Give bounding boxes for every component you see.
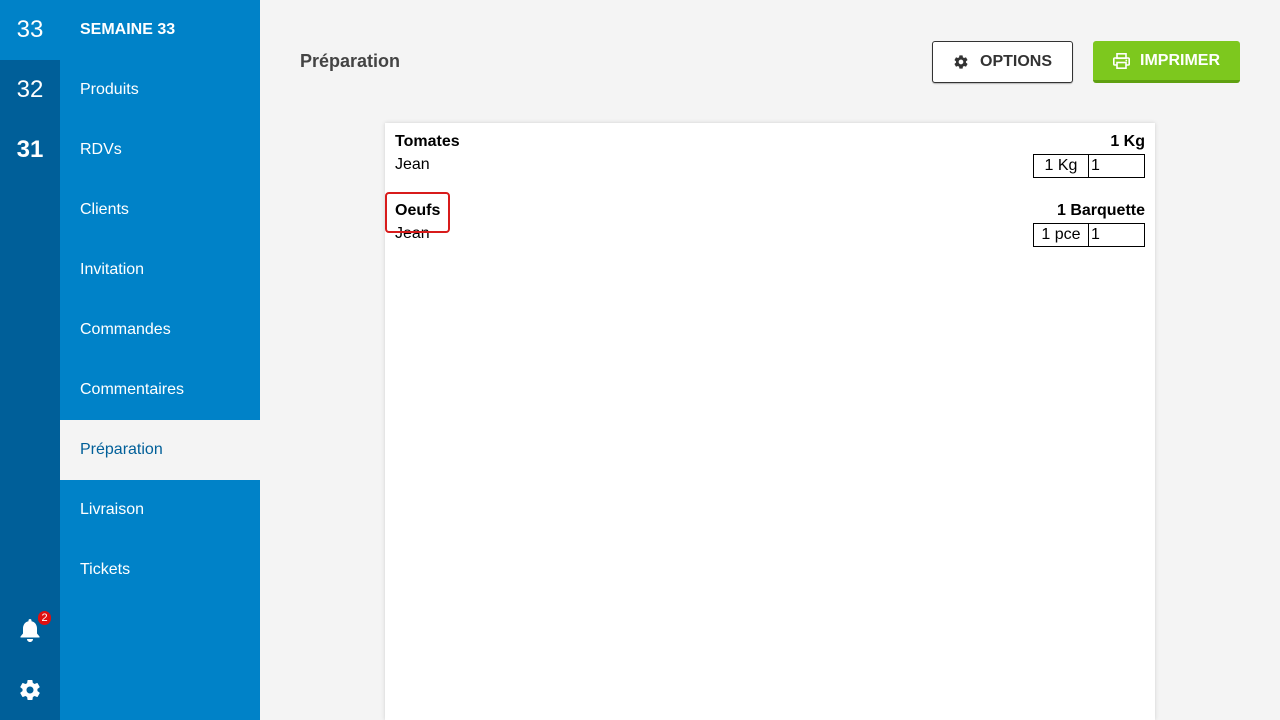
- page-title: Préparation: [300, 51, 401, 71]
- highlight-box: [385, 192, 450, 233]
- product-total: 1 Kg: [1110, 133, 1145, 150]
- week-header: SEMAINE 33: [60, 0, 260, 60]
- nav-item-rdvs[interactable]: RDVs: [60, 120, 260, 180]
- options-button[interactable]: OPTIONS: [932, 41, 1073, 83]
- nav-list: SEMAINE 33 Produits RDVs Clients Invitat…: [60, 0, 260, 600]
- notification-badge: 2: [38, 611, 51, 625]
- quantity-box: 1 pce 1: [1033, 223, 1145, 247]
- settings-button[interactable]: [0, 660, 60, 720]
- gear-icon: [20, 680, 40, 701]
- quantity-box: 1 Kg 1: [1033, 154, 1145, 178]
- side-nav: SEMAINE 33 Produits RDVs Clients Invitat…: [60, 0, 260, 720]
- week-32[interactable]: 32: [0, 60, 60, 120]
- week-33[interactable]: 33: [0, 0, 60, 60]
- quantity-unit: 1 pce: [1033, 223, 1089, 247]
- nav-item-produits[interactable]: Produits: [60, 60, 260, 120]
- quantity-input[interactable]: 1: [1089, 223, 1145, 247]
- preparation-sheet: Tomates 1 Kg Jean 1 Kg 1 Oeufs 1 Barquet…: [385, 123, 1155, 720]
- product-total: 1 Barquette: [1056, 202, 1145, 219]
- printer-icon: [1113, 52, 1130, 69]
- nav-item-invitation[interactable]: Invitation: [60, 240, 260, 300]
- bell-icon: [20, 619, 40, 642]
- nav-item-commentaires[interactable]: Commentaires: [60, 360, 260, 420]
- week-31[interactable]: 31: [0, 120, 60, 180]
- gear-icon: [954, 55, 968, 69]
- product-name: Tomates: [395, 133, 460, 150]
- nav-item-tickets[interactable]: Tickets: [60, 540, 260, 600]
- nav-item-preparation[interactable]: Préparation: [60, 420, 260, 480]
- print-button[interactable]: IMPRIMER: [1093, 41, 1240, 83]
- print-label: IMPRIMER: [1140, 51, 1220, 69]
- nav-item-clients[interactable]: Clients: [60, 180, 260, 240]
- nav-item-livraison[interactable]: Livraison: [60, 480, 260, 540]
- quantity-unit: 1 Kg: [1033, 154, 1089, 178]
- quantity-input[interactable]: 1: [1089, 154, 1145, 178]
- notifications-button[interactable]: 2: [0, 600, 60, 660]
- nav-item-commandes[interactable]: Commandes: [60, 300, 260, 360]
- options-label: OPTIONS: [980, 53, 1053, 70]
- client-name: Jean: [395, 156, 430, 173]
- week-rail: 33 32 31 2: [0, 0, 60, 720]
